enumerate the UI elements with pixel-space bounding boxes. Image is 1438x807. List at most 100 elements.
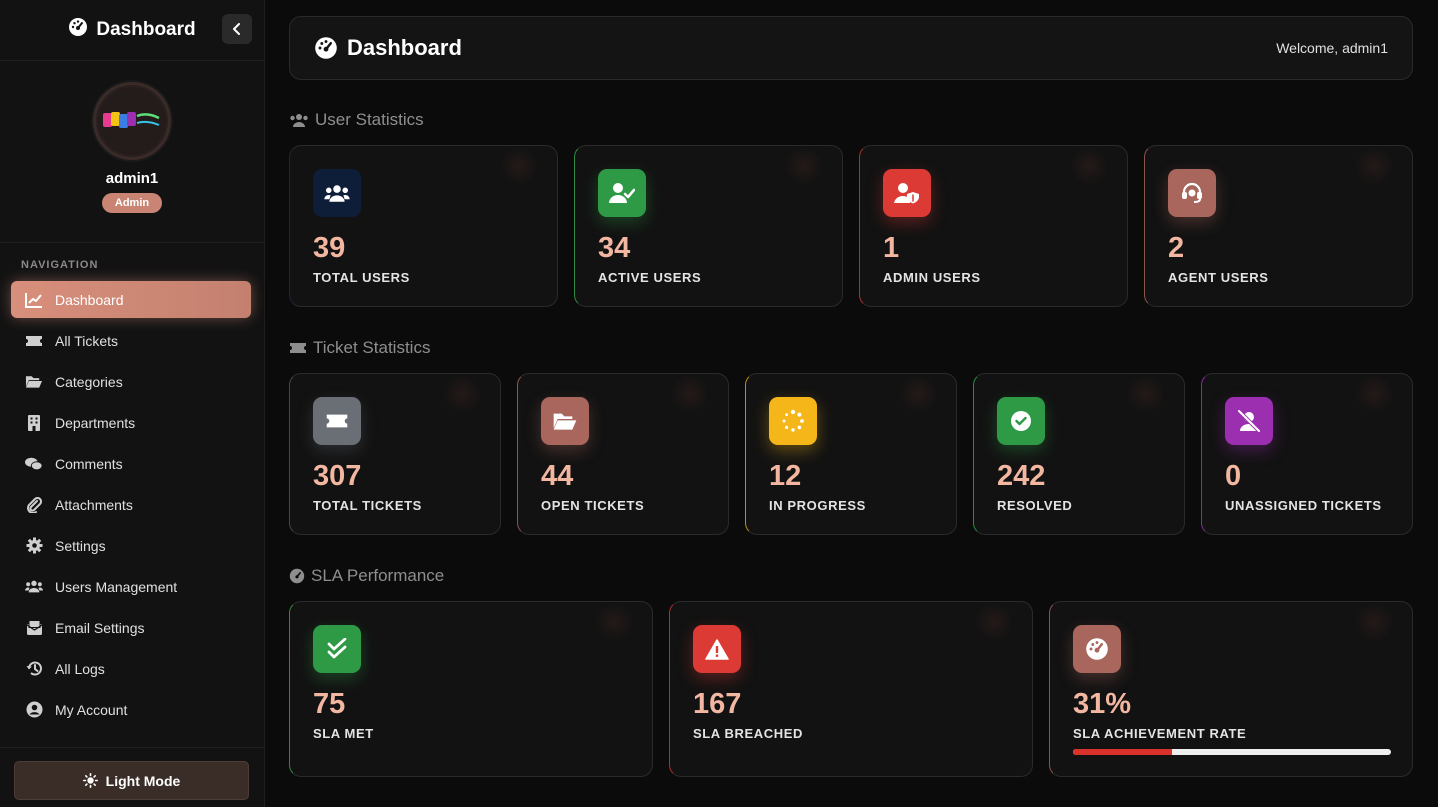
- stat-value: 2: [1168, 232, 1185, 264]
- sidebar-item-label: My Account: [55, 701, 128, 718]
- stat-card-sla-achievement-rate: 31% SLA ACHIEVEMENT RATE: [1049, 601, 1413, 777]
- stat-value: 242: [997, 460, 1046, 492]
- section-title-user-statistics: User Statistics: [289, 110, 424, 130]
- building-icon: [25, 414, 43, 432]
- gauge-icon: [1073, 625, 1121, 673]
- comments-icon: [25, 455, 43, 473]
- stat-card-in-progress: 12 IN PROGRESS: [745, 373, 957, 535]
- sidebar-item-label: Users Management: [55, 578, 178, 595]
- sidebar-item-label: Settings: [55, 537, 106, 554]
- sidebar-item-label: Attachments: [55, 496, 133, 513]
- sidebar-nav: Dashboard All Tickets Categories Departm…: [0, 281, 264, 728]
- folder-open-icon: [541, 397, 589, 445]
- stat-card-sla-met: 75 SLA MET: [289, 601, 653, 777]
- page-title-text: Dashboard: [347, 35, 462, 60]
- stat-label: RESOLVED: [997, 498, 1073, 513]
- ticket-icon: [25, 332, 43, 350]
- user-circle-icon: [25, 701, 43, 719]
- stat-value: 1: [883, 232, 900, 264]
- avatar[interactable]: [93, 82, 171, 160]
- sidebar-item-categories[interactable]: Categories: [11, 363, 251, 400]
- page-title: Dashboard: [314, 35, 462, 61]
- username: admin1: [105, 170, 159, 187]
- user-slash-icon: [1225, 397, 1273, 445]
- gauge-icon: [315, 37, 337, 59]
- sidebar-item-dashboard[interactable]: Dashboard: [11, 281, 251, 318]
- stat-card-sla-breached: 167 SLA BREACHED: [669, 601, 1033, 777]
- sidebar-item-label: Dashboard: [55, 291, 124, 308]
- stat-value: 12: [769, 460, 802, 492]
- stat-label: UNASSIGNED TICKETS: [1225, 498, 1382, 513]
- welcome-message: Welcome, admin1: [1276, 40, 1388, 56]
- stat-label: ACTIVE USERS: [598, 270, 702, 285]
- stat-label: SLA MET: [313, 726, 374, 741]
- stat-value: 44: [541, 460, 574, 492]
- sun-icon: [82, 773, 98, 788]
- gauge-icon: [289, 568, 305, 584]
- stat-label: SLA BREACHED: [693, 726, 804, 741]
- stat-card-agent-users: 2 AGENT USERS: [1144, 145, 1413, 307]
- sidebar-item-departments[interactable]: Departments: [11, 404, 251, 441]
- sidebar-item-label: All Tickets: [55, 332, 119, 349]
- stat-value: 31%: [1073, 688, 1132, 720]
- sidebar-item-settings[interactable]: Settings: [11, 527, 251, 564]
- stat-value: 167: [693, 688, 742, 720]
- chart-line-icon: [25, 291, 43, 309]
- user-shield-icon: [883, 169, 931, 217]
- users-icon: [290, 113, 308, 127]
- sla-progress-fill: [1073, 749, 1172, 755]
- section-title-sla-performance: SLA Performance: [289, 566, 444, 586]
- role-badge: Admin: [101, 193, 163, 213]
- sidebar-brand[interactable]: Dashboard: [68, 17, 196, 43]
- ticket-icon: [313, 397, 361, 445]
- user-check-icon: [598, 169, 646, 217]
- collapse-sidebar-button[interactable]: [222, 14, 252, 44]
- stat-label: SLA ACHIEVEMENT RATE: [1073, 726, 1247, 741]
- gauge-icon: [68, 17, 88, 43]
- stat-card-active-users: 34 ACTIVE USERS: [574, 145, 843, 307]
- stat-value: 39: [313, 232, 346, 264]
- ticket-icon: [290, 343, 306, 353]
- check-circle-icon: [997, 397, 1045, 445]
- sidebar-item-label: Email Settings: [55, 619, 145, 636]
- sidebar-item-label: Comments: [55, 455, 123, 472]
- sidebar-item-label: Departments: [55, 414, 136, 431]
- stat-label: TOTAL TICKETS: [313, 498, 422, 513]
- sla-progress-bar: [1073, 749, 1391, 755]
- users-icon: [25, 578, 43, 596]
- stat-card-admin-users: 1 ADMIN USERS: [859, 145, 1128, 307]
- sidebar-item-label: All Logs: [55, 660, 105, 677]
- user-profile: admin1 Admin: [0, 61, 264, 243]
- sidebar-footer: Light Mode: [0, 747, 265, 807]
- gear-icon: [25, 537, 43, 555]
- stat-card-unassigned-tickets: 0 UNASSIGNED TICKETS: [1201, 373, 1413, 535]
- light-mode-button[interactable]: Light Mode: [14, 761, 249, 800]
- stat-label: AGENT USERS: [1168, 270, 1269, 285]
- stat-value: 75: [313, 688, 346, 720]
- folder-open-icon: [25, 373, 43, 391]
- history-icon: [25, 660, 43, 678]
- sidebar-item-comments[interactable]: Comments: [11, 445, 251, 482]
- headset-icon: [1168, 169, 1216, 217]
- double-check-icon: [313, 625, 361, 673]
- stat-card-open-tickets: 44 OPEN TICKETS: [517, 373, 729, 535]
- sidebar-item-all-tickets[interactable]: All Tickets: [11, 322, 251, 359]
- light-mode-label: Light Mode: [105, 772, 181, 789]
- paperclip-icon: [25, 496, 43, 514]
- chevron-left-icon: [233, 23, 240, 35]
- top-bar: Dashboard Welcome, admin1: [289, 16, 1413, 80]
- stat-label: TOTAL USERS: [313, 270, 410, 285]
- envelope-icon: [25, 619, 43, 637]
- sidebar-item-email-settings[interactable]: Email Settings: [11, 609, 251, 646]
- warning-icon: [693, 625, 741, 673]
- sidebar-item-my-account[interactable]: My Account: [11, 691, 251, 728]
- spinner-icon: [769, 397, 817, 445]
- stat-label: IN PROGRESS: [769, 498, 866, 513]
- stat-card-total-tickets: 307 TOTAL TICKETS: [289, 373, 501, 535]
- stat-value: 0: [1225, 460, 1242, 492]
- sidebar-item-users-management[interactable]: Users Management: [11, 568, 251, 605]
- sidebar-item-all-logs[interactable]: All Logs: [11, 650, 251, 687]
- sidebar-item-label: Categories: [55, 373, 123, 390]
- sidebar-item-attachments[interactable]: Attachments: [11, 486, 251, 523]
- sidebar-brand-label: Dashboard: [96, 19, 196, 40]
